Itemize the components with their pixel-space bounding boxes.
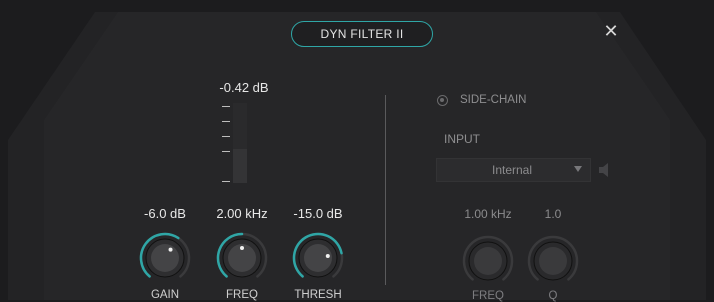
- input-label: INPUT: [444, 132, 480, 146]
- knob-pointer: [240, 246, 244, 250]
- knob-graphic: [527, 235, 579, 281]
- knob-graphic: [462, 235, 514, 281]
- gain-value: -6.0 dB: [144, 206, 186, 221]
- knob-graphic: [292, 232, 344, 278]
- meter-tick: [222, 106, 230, 107]
- freq-value: 2.00 kHz: [216, 206, 268, 221]
- side-chain-toggle[interactable]: [437, 95, 448, 106]
- freq-label: FREQ: [226, 289, 258, 301]
- sc-q-knob[interactable]: [525, 233, 581, 289]
- knob-graphic: [216, 232, 268, 278]
- plugin-title-button[interactable]: DYN FILTER II: [291, 21, 433, 47]
- meter-tick: [222, 121, 230, 122]
- thresh-label: THRESH: [294, 289, 342, 301]
- sc-freq-knob[interactable]: [460, 233, 516, 289]
- output-meter: [233, 103, 247, 183]
- thresh-knob[interactable]: [290, 230, 346, 286]
- side-chain-label: SIDE-CHAIN: [460, 94, 527, 106]
- meter-value: -0.42 dB: [219, 80, 269, 95]
- dyn-filter-panel: DYN FILTER II ✕ -0.42 dB -6.0 dB 2.00 kH…: [0, 0, 714, 302]
- thresh-value: -15.0 dB: [293, 206, 343, 221]
- knob-pointer: [325, 253, 330, 258]
- gain-label: GAIN: [150, 289, 180, 301]
- gain-knob[interactable]: [137, 230, 193, 286]
- freq-knob[interactable]: [214, 230, 270, 286]
- knob-cap: [304, 244, 332, 272]
- speaker-icon[interactable]: [597, 162, 611, 178]
- knob-pointer: [168, 247, 173, 252]
- chevron-down-icon: [574, 166, 582, 172]
- knob-graphic: [139, 232, 191, 278]
- knob-cap: [151, 244, 179, 272]
- meter-tick: [222, 151, 230, 152]
- knob-cap: [539, 247, 567, 275]
- section-divider: [385, 95, 386, 285]
- input-select-value: Internal: [491, 163, 533, 177]
- close-icon[interactable]: ✕: [600, 20, 622, 42]
- meter-tick: [222, 181, 230, 182]
- input-select[interactable]: Internal: [436, 158, 591, 182]
- meter-tick: [222, 136, 230, 137]
- meter-fill: [233, 149, 247, 183]
- sc-q-value: 1.0: [544, 207, 562, 221]
- sc-q-label: Q: [548, 290, 558, 302]
- knob-cap: [474, 247, 502, 275]
